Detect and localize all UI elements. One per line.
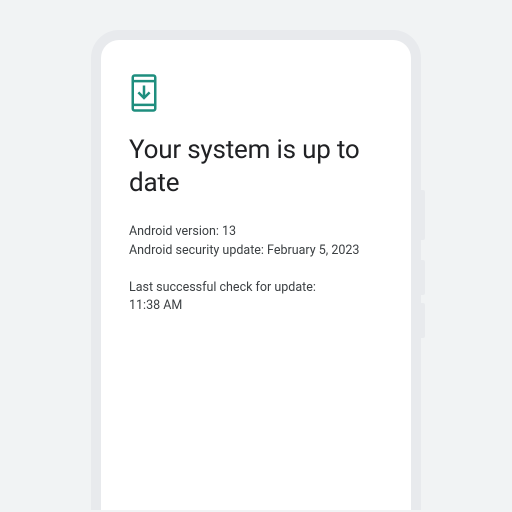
android-version-line: Android version: 13 [129, 223, 383, 242]
page-title: Your system is up to date [129, 134, 383, 199]
last-check-block: Last successful check for update: 11:38 … [129, 279, 383, 317]
system-update-icon [129, 74, 383, 116]
last-check-time: 11:38 AM [129, 297, 383, 316]
volume-down-decoration [421, 303, 425, 338]
phone-side-buttons [421, 190, 425, 346]
last-check-label: Last successful check for update: [129, 279, 383, 298]
phone-frame: Your system is up to date Android versio… [91, 30, 421, 510]
security-update-line: Android security update: February 5, 202… [129, 242, 383, 261]
version-info-block: Android version: 13 Android security upd… [129, 223, 383, 261]
system-update-screen: Your system is up to date Android versio… [101, 40, 411, 354]
power-button-decoration [421, 190, 425, 240]
volume-up-decoration [421, 260, 425, 295]
